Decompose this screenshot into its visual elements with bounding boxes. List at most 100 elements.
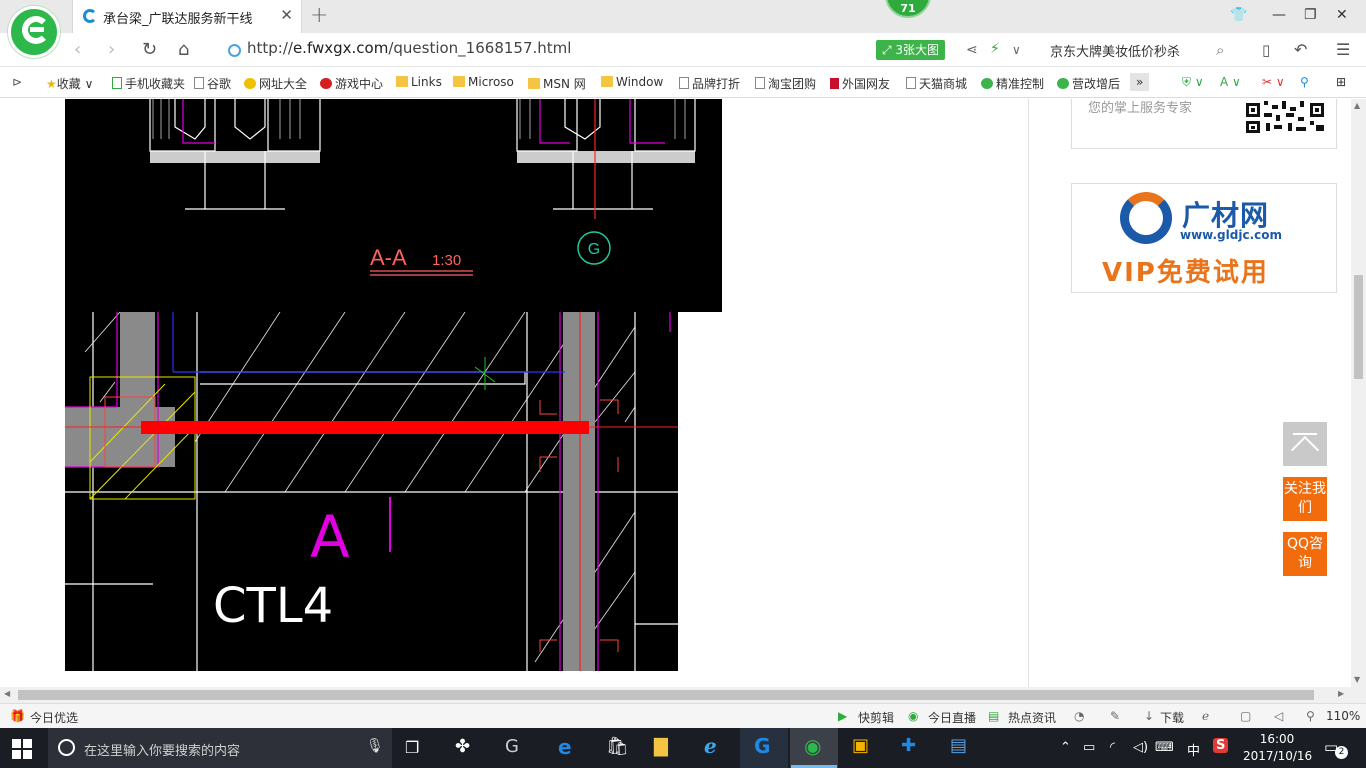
vertical-scrollbar[interactable]: ▲ ▼ — [1351, 99, 1366, 687]
share-icon[interactable]: ⋖ — [966, 42, 978, 58]
task-view-icon[interactable]: ❐ — [405, 738, 419, 757]
download-link[interactable]: 下载 — [1160, 709, 1184, 726]
taskbar-search-input[interactable]: 在这里输入你要搜索的内容 🎙 — [48, 728, 392, 768]
bookmark-precise[interactable]: 精准控制 — [981, 75, 1044, 92]
system-clock[interactable]: 16:00 2017/10/16 — [1243, 731, 1312, 765]
expand-icon: ⤢ — [882, 43, 896, 57]
forward-icon[interactable]: › — [108, 39, 115, 60]
follow-us-button[interactable]: 关注我们 — [1283, 477, 1327, 521]
cad-plan-drawing: A CTL4 — [65, 311, 678, 672]
mobile-icon[interactable]: ▯ — [1262, 41, 1270, 59]
undo-icon[interactable]: ↶ — [1294, 40, 1307, 59]
today-picks-link[interactable]: 今日优选 — [30, 709, 78, 726]
bookmark-vat[interactable]: 营改增后 — [1057, 75, 1120, 92]
network-icon[interactable]: ◜ — [1110, 740, 1115, 755]
bookmark-tmall[interactable]: 天猫商城 — [906, 75, 967, 92]
speaker-icon[interactable]: ◁) — [1133, 740, 1148, 755]
news-link[interactable]: 热点资讯 — [1008, 709, 1056, 726]
horizontal-scrollbar[interactable]: ◀ ▶ — [0, 687, 1366, 703]
bookmark-foreign[interactable]: 外国网友 — [830, 75, 890, 92]
cad-section-drawing: G A-A 1:30 — [65, 99, 722, 312]
ie-icon[interactable]: ℯ — [704, 734, 717, 758]
back-to-top-button[interactable] — [1283, 422, 1327, 466]
file-explorer-icon[interactable]: ▇ — [654, 736, 668, 757]
bookmark-favorites[interactable]: ★收藏 ∨ — [46, 75, 93, 92]
speed-icon[interactable]: ◔ — [1074, 709, 1084, 723]
browser-logo-icon[interactable] — [8, 6, 60, 58]
bookmark-games[interactable]: 游戏中心 — [320, 75, 383, 92]
url-input[interactable]: http://e.fwxgx.com/question_1668157.html — [247, 39, 571, 57]
bookmark-brand-sale[interactable]: 品牌打折 — [679, 75, 740, 92]
back-icon[interactable]: ‹ — [74, 39, 81, 60]
volume-icon[interactable]: ◁ — [1274, 709, 1283, 723]
apps-icon[interactable]: ⊞ — [1336, 75, 1346, 89]
edge-icon[interactable]: e — [558, 735, 572, 759]
bookmark-label: 淘宝团购 — [768, 77, 817, 91]
bookmark-msn[interactable]: MSN 网 — [528, 75, 586, 92]
zoom-level[interactable]: 110% — [1326, 709, 1360, 723]
search-icon[interactable]: ⌕ — [1216, 41, 1224, 59]
scissors-icon[interactable]: ✂ ∨ — [1262, 75, 1285, 89]
home-icon[interactable]: ⌂ — [178, 39, 189, 60]
tray-expand-icon[interactable]: ⌃ — [1060, 740, 1071, 755]
notification-badge[interactable]: 71 — [885, 0, 931, 18]
image-app-icon[interactable]: ▤ — [950, 735, 967, 756]
security-icon[interactable] — [228, 44, 241, 57]
qq-consult-button[interactable]: QQ咨询 — [1283, 532, 1327, 576]
close-window-button[interactable]: ✕ — [1336, 7, 1348, 23]
shield-icon[interactable]: ⛨ ∨ — [1182, 75, 1204, 90]
ie-mode-icon[interactable]: ℯ — [1202, 709, 1209, 723]
big-image-button[interactable]: ⤢ 3张大图 — [876, 40, 946, 60]
shirt-skin-icon[interactable]: 👕 — [1230, 7, 1247, 23]
horizontal-scroll-thumb[interactable] — [18, 690, 1314, 700]
quick-edit-link[interactable]: 快剪辑 — [858, 709, 894, 726]
menu-icon[interactable]: ☰ — [1336, 40, 1350, 59]
bookmark-sites[interactable]: 网址大全 — [244, 75, 307, 92]
star-icon: ★ — [46, 77, 57, 91]
app-promo-box[interactable]: 您的掌上服务专家 — [1071, 99, 1337, 149]
scroll-down-icon[interactable]: ▼ — [1354, 675, 1360, 684]
browser-taskbar-icon[interactable]: ◉ — [804, 734, 821, 758]
bookmark-mobile[interactable]: 手机收藏夹 — [112, 75, 185, 92]
wechat-icon — [1057, 78, 1069, 89]
scroll-up-icon[interactable]: ▲ — [1354, 101, 1360, 110]
glodon-app-icon[interactable]: G — [505, 736, 519, 757]
dropdown-icon[interactable]: ∨ — [1012, 43, 1021, 57]
restore-button[interactable]: ❐ — [1304, 7, 1317, 23]
gldjc-ad-banner[interactable]: 广材网 www.gldjc.com VIP免费试用 — [1071, 183, 1337, 293]
tab-close-icon[interactable]: ✕ — [280, 6, 293, 24]
guanglianda-icon[interactable]: G — [754, 734, 770, 758]
bookmark-windows[interactable]: Window — [601, 75, 663, 89]
more-bookmarks-button[interactable]: » — [1130, 73, 1150, 91]
windows-start-icon[interactable] — [12, 739, 32, 759]
bookmark-google[interactable]: 谷歌 — [194, 75, 231, 92]
browser-tab[interactable]: 承台梁_广联达服务新干线 ✕ — [72, 0, 302, 33]
bookmark-microsoft[interactable]: Microso — [453, 75, 514, 89]
notes-app-icon[interactable]: ▣ — [852, 735, 869, 756]
microphone-icon[interactable]: 🎙 — [366, 738, 384, 754]
bookmark-links[interactable]: Links — [396, 75, 442, 89]
vertical-scroll-thumb[interactable] — [1354, 275, 1363, 379]
keyboard-icon[interactable]: ⌨ — [1155, 740, 1174, 755]
tools-icon[interactable]: ✎ — [1110, 709, 1120, 723]
ad-slogan: VIP免费试用 — [1102, 258, 1269, 288]
minimize-button[interactable]: — — [1272, 7, 1286, 23]
refresh-icon[interactable]: ↻ — [142, 39, 157, 60]
live-link[interactable]: 今日直播 — [928, 709, 976, 726]
scroll-left-icon[interactable]: ◀ — [4, 689, 10, 698]
plus-app-icon[interactable]: ✚ — [901, 735, 916, 756]
search-input[interactable]: 京东大牌美妆低价秒杀 — [1050, 41, 1180, 60]
translate-icon[interactable]: A ∨ — [1220, 75, 1241, 89]
window-icon[interactable]: ▢ — [1240, 709, 1251, 723]
tray-app-icon[interactable]: ▭ — [1083, 740, 1095, 755]
store-icon[interactable]: 🛍 — [606, 736, 629, 757]
ime-indicator[interactable]: 中 — [1187, 740, 1200, 759]
fan-app-icon[interactable]: ✤ — [455, 736, 470, 757]
scroll-right-icon[interactable]: ▶ — [1338, 689, 1344, 698]
magnifier-icon[interactable]: ⚲ — [1300, 75, 1309, 89]
lightning-icon[interactable]: ⚡ — [990, 41, 1000, 57]
new-tab-button[interactable]: + — [310, 3, 328, 28]
sidebar-toggle-icon[interactable]: ⊳ — [12, 75, 22, 89]
bookmark-taobao[interactable]: 淘宝团购 — [755, 75, 816, 92]
sogou-icon[interactable]: S — [1213, 738, 1229, 753]
